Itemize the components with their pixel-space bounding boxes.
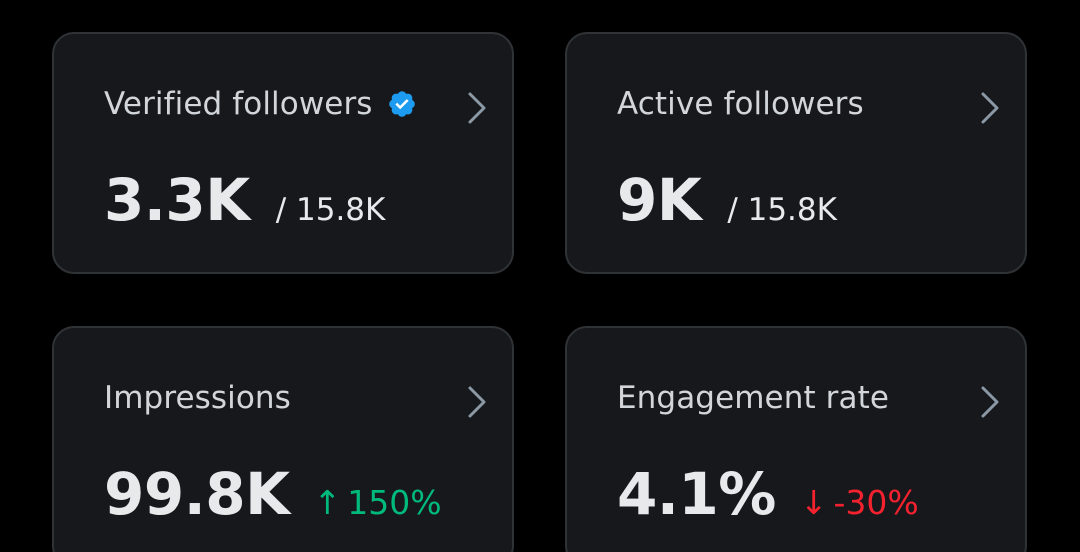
card-title: Impressions [104, 380, 291, 416]
chevron-right-icon[interactable] [466, 90, 488, 126]
card-title-label: Verified followers [104, 86, 373, 122]
metric-value: 4.1% [617, 460, 776, 528]
delta-value: -30% [833, 483, 919, 522]
chevron-right-icon[interactable] [466, 384, 488, 420]
metric-row: 3.3K / 15.8K [104, 166, 385, 234]
verified-badge-icon [387, 89, 417, 119]
arrow-up-icon: ↑ [313, 483, 342, 522]
active-followers-card[interactable]: Active followers 9K / 15.8K [565, 32, 1027, 274]
delta-value: 150% [347, 483, 442, 522]
metric-total: / 15.8K [275, 192, 386, 228]
metric-value: 99.8K [104, 460, 290, 528]
metric-delta: ↑ 150% [314, 483, 442, 522]
metric-row: 4.1% ↓ -30% [617, 460, 919, 528]
metric-delta: ↓ -30% [800, 483, 919, 522]
impressions-card[interactable]: Impressions 99.8K ↑ 150% [52, 326, 514, 552]
card-title: Active followers [617, 86, 864, 122]
card-title: Engagement rate [617, 380, 889, 416]
card-title-label: Impressions [104, 380, 291, 416]
engagement-rate-card[interactable]: Engagement rate 4.1% ↓ -30% [565, 326, 1027, 552]
metric-total: / 15.8K [727, 192, 837, 228]
analytics-grid: Verified followers 3.3K / 15.8K Active f… [0, 0, 1080, 552]
card-title-label: Active followers [617, 86, 864, 122]
metric-row: 99.8K ↑ 150% [104, 460, 442, 528]
arrow-down-icon: ↓ [799, 483, 828, 522]
verified-followers-card[interactable]: Verified followers 3.3K / 15.8K [52, 32, 514, 274]
metric-value: 3.3K [104, 166, 250, 234]
card-title: Verified followers [104, 86, 417, 122]
metric-row: 9K / 15.8K [617, 166, 837, 234]
chevron-right-icon[interactable] [979, 90, 1001, 126]
card-title-label: Engagement rate [617, 380, 890, 416]
metric-value: 9K [617, 166, 702, 234]
chevron-right-icon[interactable] [979, 384, 1001, 420]
